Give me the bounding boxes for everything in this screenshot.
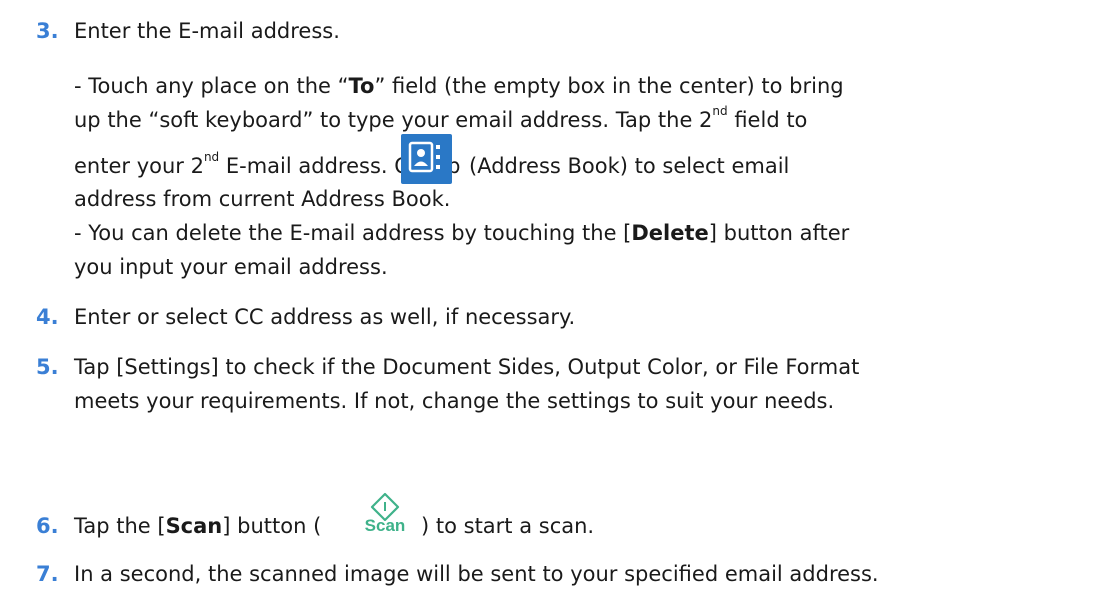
step-number-3: 3.: [36, 19, 59, 43]
step-number-6: 6.: [36, 514, 59, 538]
step-5-line2: meets your requirements. If not, change …: [74, 389, 835, 413]
scan-icon-label: Scan: [364, 516, 406, 535]
step-3-para2-line1: - You can delete the E-mail address by t…: [74, 221, 850, 245]
step-3-title: Enter the E-mail address.: [74, 19, 340, 43]
step-6-text-start: Tap the [Scan] button (: [74, 514, 322, 538]
step-3-para1-line1: - Touch any place on the “To” field (the…: [74, 74, 844, 98]
step-number-5: 5.: [36, 355, 59, 379]
step-5-line1: Tap [Settings] to check if the Document …: [74, 355, 860, 379]
step-3-para1-line2: up the “soft keyboard” to type your emai…: [74, 104, 808, 132]
step-6-text-end: ) to start a scan.: [421, 514, 595, 538]
step-number-4: 4.: [36, 305, 59, 329]
step-3-para1-line4: address from current Address Book.: [74, 187, 451, 211]
step-3-para2-line2: you input your email address.: [74, 255, 388, 279]
step-4-text: Enter or select CC address as well, if n…: [74, 305, 576, 329]
step-3-para1-line3-end: (Address Book) to select email: [469, 154, 790, 178]
step-7-text: In a second, the scanned image will be s…: [74, 562, 879, 586]
address-book-icon: [401, 134, 452, 184]
step-number-7: 7.: [36, 562, 59, 586]
